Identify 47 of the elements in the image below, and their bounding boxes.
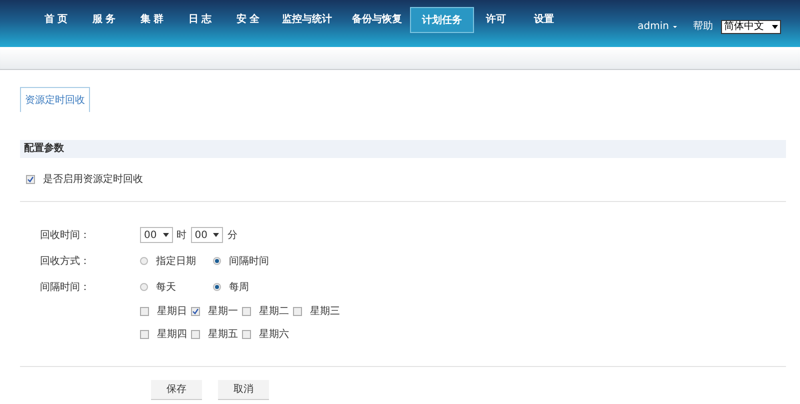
nav-tab[interactable]: 设置: [520, 7, 568, 33]
checkbox-label: 星期二: [259, 304, 289, 319]
unit-label: 时: [176, 228, 187, 242]
section-header: 配置参数: [20, 140, 786, 158]
checkbox[interactable]: [191, 307, 200, 316]
language-select[interactable]: 简体中文: [721, 20, 781, 34]
checkbox[interactable]: [191, 330, 200, 339]
field-label: 回收时间：: [40, 230, 90, 240]
nav-tab[interactable]: 首 页: [32, 7, 80, 33]
nav-tab[interactable]: 安 全: [224, 7, 272, 33]
checkbox[interactable]: [140, 330, 149, 339]
checkbox-label: 星期五: [208, 328, 238, 342]
checkbox-label: 星期日: [157, 304, 187, 319]
form-button[interactable]: 取消: [218, 380, 269, 400]
unit-label: 分: [227, 228, 238, 242]
checkbox[interactable]: [242, 330, 251, 339]
user-menu[interactable]: admin: [638, 19, 677, 34]
tab[interactable]: 资源定时回收: [20, 87, 90, 112]
checkbox[interactable]: [242, 307, 251, 316]
time-select[interactable]: 00: [140, 227, 173, 243]
checkbox-label: 星期一: [208, 304, 238, 319]
nav-tab[interactable]: 日 志: [176, 7, 224, 33]
checkbox[interactable]: [26, 175, 35, 184]
nav-tab[interactable]: 集 群: [128, 7, 176, 33]
checkbox[interactable]: [293, 307, 302, 316]
nav-tab[interactable]: 监控与统计: [272, 7, 342, 33]
nav-tab[interactable]: 服 务: [80, 7, 128, 33]
field-label: 回收方式：: [40, 256, 90, 266]
radio-button[interactable]: [213, 257, 221, 265]
checkbox-label: 是否启用资源定时回收: [43, 172, 143, 187]
radio-label: 每周: [229, 280, 249, 294]
radio-button[interactable]: [140, 257, 148, 265]
checkbox-label: 星期三: [310, 304, 340, 319]
form-button[interactable]: 保存: [151, 380, 202, 400]
radio-label: 间隔时间: [229, 254, 269, 268]
nav-tab[interactable]: 备份与恢复: [342, 7, 412, 33]
radio-button[interactable]: [213, 283, 221, 291]
field-label: 间隔时间：: [40, 282, 90, 292]
checkbox[interactable]: [140, 307, 149, 316]
radio-label: 指定日期: [156, 254, 196, 268]
help-link[interactable]: 帮助: [693, 19, 713, 34]
checkbox-label: 星期六: [259, 328, 289, 342]
radio-label: 每天: [156, 280, 176, 294]
nav-tab[interactable]: 许可: [472, 7, 520, 33]
radio-button[interactable]: [140, 283, 148, 291]
time-select[interactable]: 00: [190, 227, 224, 243]
checkbox-label: 星期四: [157, 328, 187, 342]
